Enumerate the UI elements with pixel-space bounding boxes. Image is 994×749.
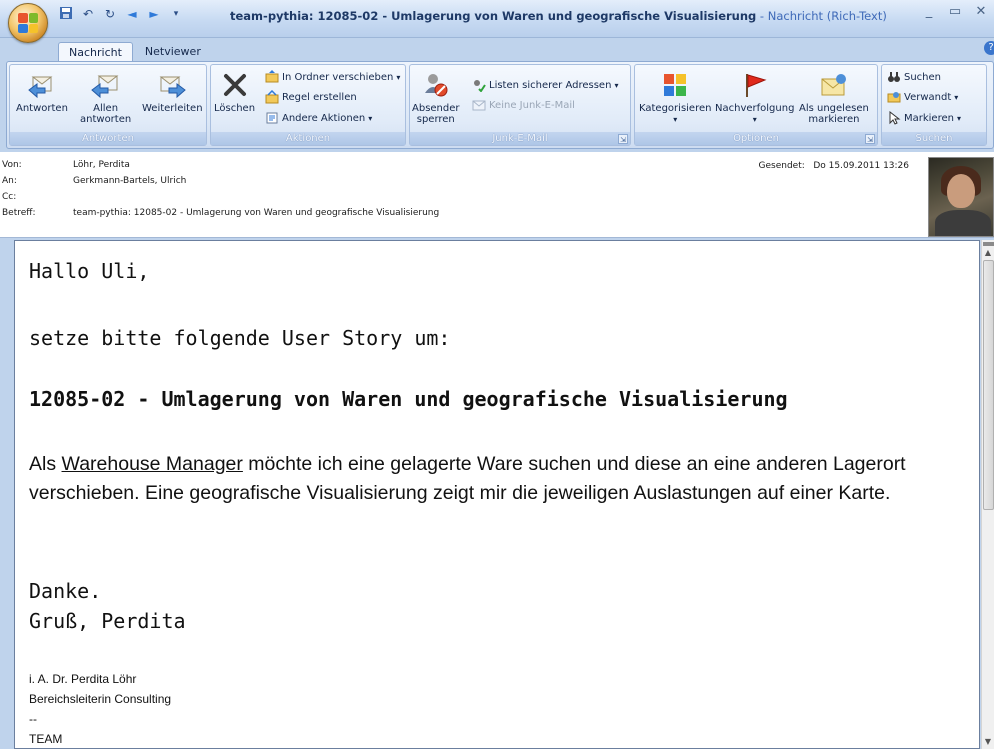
subject-text: team-pythia: 12085-02 - Umlagerung von W… xyxy=(73,208,440,218)
junk-dialog-launcher[interactable]: ⇲ xyxy=(618,134,628,144)
group-label-suchen: Suchen xyxy=(882,132,986,145)
quick-access-toolbar: ↶ ↻ ◄ ► ▾ xyxy=(58,6,184,22)
minimize-button[interactable]: _ xyxy=(916,2,942,22)
ribbon-tabs: Nachricht Netviewer xyxy=(58,42,211,62)
undo-icon[interactable]: ↶ xyxy=(80,6,96,22)
reply-button[interactable]: Antworten xyxy=(16,69,68,114)
block-sender-icon xyxy=(419,69,453,101)
categorize-icon xyxy=(658,69,692,101)
related-button[interactable]: Verwandt ▾ xyxy=(887,89,958,105)
follow-up-button[interactable]: Nachverfolgung ▾ xyxy=(715,69,794,125)
group-antworten: Antworten Allen antworten Weiterleiten An… xyxy=(9,64,207,146)
create-rule-button[interactable]: Regel erstellen xyxy=(265,89,357,105)
group-suchen: Suchen Verwandt ▾ Markieren ▾ Suchen xyxy=(881,64,987,146)
maximize-button[interactable]: ▭ xyxy=(942,2,968,22)
vertical-scrollbar[interactable]: ▲ ▼ xyxy=(981,240,994,749)
greeting-text: Hallo Uli, xyxy=(29,259,150,283)
forward-button[interactable]: Weiterleiten xyxy=(142,69,203,114)
close-button[interactable]: ✕ xyxy=(968,2,994,22)
chevron-down-icon: ▾ xyxy=(396,72,401,82)
reply-all-button[interactable]: Allen antworten xyxy=(80,69,131,125)
ribbon: Antworten Allen antworten Weiterleiten An… xyxy=(6,61,994,149)
chevron-down-icon: ▾ xyxy=(752,115,757,124)
mark-unread-button[interactable]: Als ungelesen markieren xyxy=(799,69,869,125)
redo-icon[interactable]: ↻ xyxy=(102,6,118,22)
scroll-down-arrow-icon[interactable]: ▼ xyxy=(982,737,994,747)
chevron-down-icon: ▾ xyxy=(368,113,373,123)
message-header: Von: Löhr, Perdita An: Gerkmann-Bartels,… xyxy=(0,152,994,238)
chevron-down-icon: ▾ xyxy=(954,92,959,102)
request-text: setze bitte folgende User Story um: xyxy=(29,326,451,350)
chevron-down-icon: ▾ xyxy=(614,80,619,90)
group-label-optionen: Optionen xyxy=(635,132,877,145)
sender-avatar xyxy=(928,157,994,237)
to-recipient[interactable]: Gerkmann-Bartels, Ulrich xyxy=(73,176,186,186)
help-icon[interactable]: ? xyxy=(984,41,994,55)
move-folder-icon xyxy=(265,70,279,84)
scroll-thumb[interactable] xyxy=(983,260,994,510)
other-actions-button[interactable]: Andere Aktionen ▾ xyxy=(265,110,372,126)
group-optionen: Kategorisieren ▾ Nachverfolgung ▾ Als unge… xyxy=(634,64,878,146)
signature: i. A. Dr. Perdita Löhr Bereichsleiterin … xyxy=(29,672,172,746)
group-aktionen: Löschen In Ordner verschieben ▾ Regel ers… xyxy=(210,64,406,146)
options-dialog-launcher[interactable]: ⇲ xyxy=(865,134,875,144)
warehouse-manager-link[interactable]: Warehouse Manager xyxy=(62,453,243,475)
categorize-button[interactable]: Kategorisieren ▾ xyxy=(639,69,711,125)
group-junk-email: Absender sperren Listen sicherer Adressen… xyxy=(409,64,631,146)
follow-up-flag-icon xyxy=(738,69,772,101)
not-junk-button: Keine Junk-E-Mail xyxy=(472,97,575,113)
cursor-icon xyxy=(887,111,901,125)
block-sender-button[interactable]: Absender sperren xyxy=(412,69,460,125)
forward-icon xyxy=(155,69,189,101)
reply-all-icon xyxy=(89,69,123,101)
closing-text: Danke. Gruß, Perdita xyxy=(29,579,186,633)
window-controls: _ ▭ ✕ xyxy=(916,2,994,22)
split-handle[interactable] xyxy=(983,242,994,246)
group-label-aktionen: Aktionen xyxy=(211,132,405,145)
group-label-antworten: Antworten xyxy=(10,132,206,145)
find-button[interactable]: Suchen xyxy=(887,69,941,85)
next-item-icon[interactable]: ► xyxy=(146,6,162,22)
safe-lists-button[interactable]: Listen sicherer Adressen ▾ xyxy=(472,77,618,93)
move-to-folder-button[interactable]: In Ordner verschieben ▾ xyxy=(265,69,400,85)
unread-envelope-icon xyxy=(817,69,851,101)
binoculars-icon xyxy=(887,70,901,84)
chevron-down-icon: ▾ xyxy=(956,113,961,123)
other-actions-icon xyxy=(265,111,279,125)
rule-icon xyxy=(265,90,279,104)
chevron-down-icon: ▾ xyxy=(673,115,678,124)
customize-qat-icon[interactable]: ▾ xyxy=(168,6,184,22)
delete-x-icon xyxy=(218,69,252,101)
tab-netviewer[interactable]: Netviewer xyxy=(135,42,211,62)
title-bar: ↶ ↻ ◄ ► ▾ team-pythia: 12085-02 - Umlage… xyxy=(0,0,994,38)
save-icon[interactable] xyxy=(58,6,74,22)
previous-item-icon[interactable]: ◄ xyxy=(124,6,140,22)
tab-nachricht[interactable]: Nachricht xyxy=(58,42,133,62)
delete-button[interactable]: Löschen xyxy=(214,69,255,114)
sent-date: Gesendet: Do 15.09.2011 13:26 xyxy=(758,161,909,171)
story-text: Als Warehouse Manager möchte ich eine ge… xyxy=(29,453,906,504)
story-title: 12085-02 - Umlagerung von Waren und geog… xyxy=(29,387,788,411)
office-logo-icon xyxy=(18,13,38,33)
not-junk-icon xyxy=(472,98,486,112)
select-button[interactable]: Markieren ▾ xyxy=(887,110,961,126)
scroll-up-arrow-icon[interactable]: ▲ xyxy=(982,248,994,258)
related-icon xyxy=(887,90,901,104)
message-body[interactable]: Hallo Uli, setze bitte folgende User Sto… xyxy=(14,240,980,749)
safe-lists-icon xyxy=(472,78,486,92)
group-label-junk: Junk-E-Mail xyxy=(410,132,630,145)
reply-icon xyxy=(25,69,59,101)
window-title: team-pythia: 12085-02 - Umlagerung von W… xyxy=(230,9,887,23)
office-button[interactable] xyxy=(8,3,48,43)
from-sender[interactable]: Löhr, Perdita xyxy=(73,160,130,170)
